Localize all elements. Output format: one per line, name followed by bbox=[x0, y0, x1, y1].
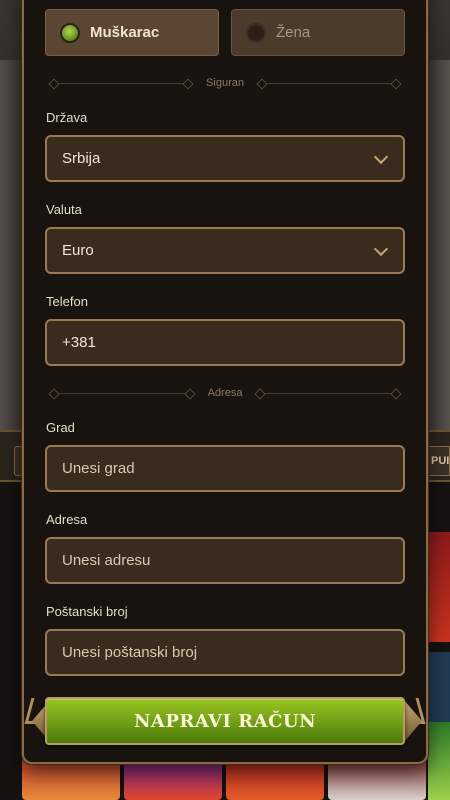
country-label: Država bbox=[46, 110, 88, 125]
game-tile[interactable] bbox=[428, 652, 450, 722]
phone-input[interactable]: +381 bbox=[45, 319, 405, 366]
game-tile[interactable] bbox=[428, 532, 450, 642]
section-divider-address: Adresa bbox=[50, 386, 401, 400]
currency-value: Euro bbox=[62, 242, 94, 259]
create-account-button[interactable]: NAPRAVI RAČUN bbox=[45, 697, 405, 745]
divider-line bbox=[257, 82, 401, 84]
phone-value: +381 bbox=[62, 334, 96, 351]
phone-label: Telefon bbox=[46, 294, 88, 309]
category-chip-label: PUI bbox=[431, 455, 450, 467]
gender-male-label: Muškarac bbox=[90, 24, 160, 41]
currency-label: Valuta bbox=[46, 202, 82, 217]
address-label: Adresa bbox=[46, 512, 88, 527]
section-title-address: Adresa bbox=[207, 387, 243, 399]
create-account-label: NAPRAVI RAČUN bbox=[133, 710, 317, 732]
background-pillar-right bbox=[426, 60, 450, 430]
city-label: Grad bbox=[46, 420, 75, 435]
divider-line bbox=[50, 82, 193, 84]
address-placeholder: Unesi adresu bbox=[62, 552, 151, 569]
background-pillar-left bbox=[0, 60, 22, 430]
city-input[interactable]: Unesi grad bbox=[45, 445, 405, 492]
postal-input[interactable]: Unesi poštanski broj bbox=[45, 629, 405, 676]
chevron-down-icon bbox=[375, 244, 387, 256]
city-placeholder: Unesi grad bbox=[62, 460, 135, 477]
gender-selector: Muškarac Žena bbox=[45, 9, 405, 56]
currency-select[interactable]: Euro bbox=[45, 227, 405, 274]
gender-male-option[interactable]: Muškarac bbox=[45, 9, 219, 56]
address-input[interactable]: Unesi adresu bbox=[45, 537, 405, 584]
country-select[interactable]: Srbija bbox=[45, 135, 405, 182]
radio-unselected-icon bbox=[246, 22, 266, 43]
section-divider-secure: Siguran bbox=[50, 76, 401, 90]
gender-female-label: Žena bbox=[276, 24, 311, 41]
divider-line bbox=[50, 392, 194, 394]
divider-line bbox=[256, 392, 401, 394]
country-value: Srbija bbox=[62, 150, 101, 167]
postal-label: Poštanski broj bbox=[46, 604, 128, 619]
radio-selected-icon bbox=[60, 22, 80, 43]
gender-female-option[interactable]: Žena bbox=[231, 9, 405, 56]
chevron-down-icon bbox=[375, 152, 387, 164]
section-title-secure: Siguran bbox=[206, 77, 244, 89]
category-chip-right[interactable]: PUI bbox=[428, 446, 450, 476]
postal-placeholder: Unesi poštanski broj bbox=[62, 644, 198, 661]
